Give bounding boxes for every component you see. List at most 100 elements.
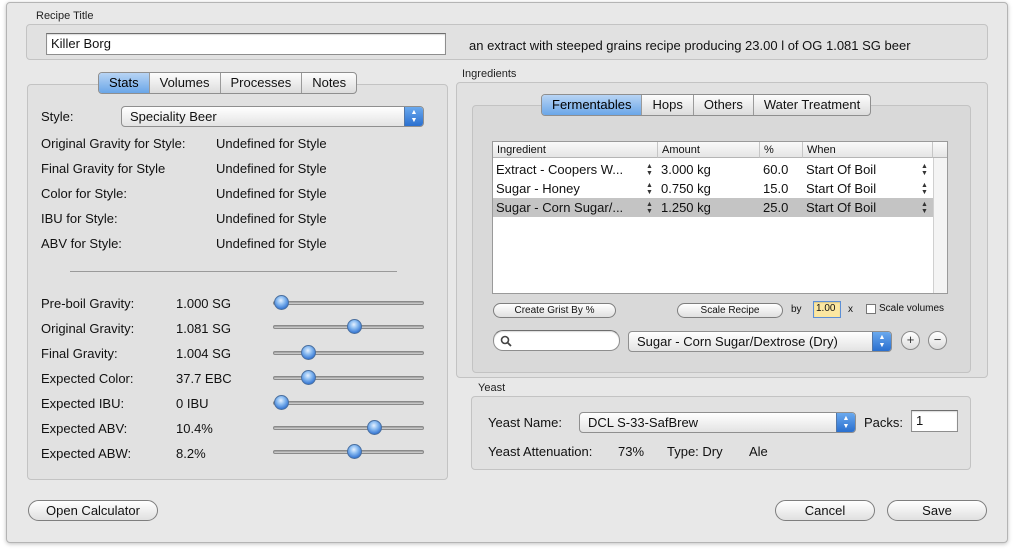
- ingredients-tab-bar: Fermentables Hops Others Water Treatment: [541, 94, 872, 116]
- slider-knob[interactable]: [274, 295, 289, 310]
- expected-abw-label: Expected ABW:: [41, 446, 132, 461]
- ingredient-search-field[interactable]: [493, 330, 620, 351]
- preboil-gravity-value: 1.000 SG: [176, 296, 231, 311]
- column-header-when[interactable]: When: [803, 142, 933, 158]
- up-down-arrows-icon: ▲ ▼: [836, 413, 855, 432]
- stepper-icon[interactable]: ▲ ▼: [921, 182, 928, 196]
- save-button[interactable]: Save: [887, 500, 987, 521]
- slider-knob[interactable]: [367, 420, 382, 435]
- expected-ibu-label: Expected IBU:: [41, 396, 125, 411]
- remove-ingredient-button[interactable]: −: [928, 331, 947, 350]
- style-popup[interactable]: Speciality Beer ▲ ▼: [121, 106, 424, 127]
- scale-recipe-button[interactable]: Scale Recipe: [677, 303, 783, 318]
- tab-others[interactable]: Others: [692, 95, 753, 115]
- cell-percent: 60.0: [763, 162, 789, 177]
- cell-percent: 25.0: [763, 200, 789, 215]
- style-og-value: Undefined for Style: [216, 136, 327, 151]
- cell-amount: 1.250 kg: [661, 200, 711, 215]
- scale-factor-field[interactable]: 1.00: [813, 301, 841, 318]
- yeast-group-label: Yeast: [478, 382, 506, 394]
- expected-ibu-value: 0 IBU: [176, 396, 209, 411]
- yeast-attenuation-label: Yeast Attenuation:: [488, 444, 593, 459]
- stepper-icon[interactable]: ▲ ▼: [921, 201, 928, 215]
- cell-ingredient: Sugar - Corn Sugar/...: [496, 200, 624, 215]
- expected-ibu-slider[interactable]: [273, 395, 424, 410]
- up-down-arrows-icon: ▲ ▼: [872, 332, 891, 351]
- scale-volumes-checkbox[interactable]: [866, 304, 876, 314]
- expected-abv-slider[interactable]: [273, 420, 424, 435]
- final-gravity-label: Final Gravity:: [41, 346, 118, 361]
- tab-fermentables[interactable]: Fermentables: [542, 95, 642, 115]
- cell-when: Start Of Boil: [806, 200, 877, 215]
- table-row[interactable]: Sugar - Honey ▲ ▼ 0.750 kg 15.0 Start Of …: [493, 179, 933, 198]
- original-gravity-value: 1.081 SG: [176, 321, 231, 336]
- slider-knob[interactable]: [301, 345, 316, 360]
- yeast-name-popup[interactable]: DCL S-33-SafBrew ▲ ▼: [579, 412, 856, 433]
- style-ibu-value: Undefined for Style: [216, 211, 327, 226]
- yeast-attenuation-value: 73%: [618, 444, 645, 459]
- slider-knob[interactable]: [347, 444, 362, 459]
- preboil-gravity-label: Pre-boil Gravity:: [41, 296, 135, 311]
- expected-color-slider[interactable]: [273, 370, 424, 385]
- tab-stats[interactable]: Stats: [99, 73, 149, 93]
- column-header-amount[interactable]: Amount: [658, 142, 760, 158]
- slider-knob[interactable]: [301, 370, 316, 385]
- cell-ingredient: Extract - Coopers W...: [496, 162, 624, 177]
- recipe-name-field[interactable]: Killer Borg: [46, 33, 446, 55]
- open-calculator-button[interactable]: Open Calculator: [28, 500, 158, 521]
- stepper-icon[interactable]: ▲ ▼: [646, 201, 653, 215]
- recipe-description: an extract with steeped grains recipe pr…: [469, 38, 911, 53]
- stats-divider: [70, 271, 397, 272]
- expected-abw-value: 8.2%: [176, 446, 206, 461]
- cancel-button[interactable]: Cancel: [775, 500, 875, 521]
- style-color-value: Undefined for Style: [216, 186, 327, 201]
- tab-water-treatment[interactable]: Water Treatment: [752, 95, 870, 115]
- packs-label: Packs:: [864, 415, 904, 430]
- stepper-icon[interactable]: ▲ ▼: [646, 182, 653, 196]
- preboil-gravity-slider[interactable]: [273, 295, 424, 310]
- left-tab-bar: Stats Volumes Processes Notes: [98, 72, 358, 94]
- cell-amount: 0.750 kg: [661, 181, 711, 196]
- add-ingredient-button[interactable]: +: [901, 331, 920, 350]
- column-header-corner: [933, 142, 947, 158]
- style-color-label: Color for Style:: [41, 186, 127, 201]
- tab-processes[interactable]: Processes: [219, 73, 302, 93]
- cell-when: Start Of Boil: [806, 181, 877, 196]
- slider-knob[interactable]: [274, 395, 289, 410]
- stepper-icon[interactable]: ▲ ▼: [921, 163, 928, 177]
- style-og-label: Original Gravity for Style:: [41, 136, 186, 151]
- fermentables-table: Ingredient Amount % When Extract - Coope…: [492, 141, 948, 294]
- yeast-group: Yeast Name: DCL S-33-SafBrew ▲ ▼ Packs: 1…: [471, 396, 971, 470]
- tab-hops[interactable]: Hops: [641, 95, 692, 115]
- yeast-name-value: DCL S-33-SafBrew: [588, 415, 699, 430]
- ingredient-popup-value: Sugar - Corn Sugar/Dextrose (Dry): [637, 334, 838, 349]
- by-label: by: [791, 304, 802, 315]
- packs-field[interactable]: 1: [911, 410, 958, 432]
- final-gravity-value: 1.004 SG: [176, 346, 231, 361]
- final-gravity-slider[interactable]: [273, 345, 424, 360]
- ingredients-group-label: Ingredients: [462, 68, 517, 80]
- expected-abw-slider[interactable]: [273, 444, 424, 459]
- style-fg-value: Undefined for Style: [216, 161, 327, 176]
- tab-volumes[interactable]: Volumes: [148, 73, 220, 93]
- column-header-percent[interactable]: %: [760, 142, 803, 158]
- tab-notes[interactable]: Notes: [301, 73, 356, 93]
- expected-abv-label: Expected ABV:: [41, 421, 128, 436]
- search-icon: [500, 335, 512, 347]
- column-header-ingredient[interactable]: Ingredient: [493, 142, 658, 158]
- scale-volumes-label: Scale volumes: [879, 303, 945, 314]
- expected-color-value: 37.7 EBC: [176, 371, 232, 386]
- slider-knob[interactable]: [347, 319, 362, 334]
- style-popup-value: Speciality Beer: [130, 109, 217, 124]
- table-scrollbar[interactable]: [933, 158, 947, 293]
- yeast-type: Type: Dry: [667, 444, 723, 459]
- stepper-icon[interactable]: ▲ ▼: [646, 163, 653, 177]
- table-row-selected[interactable]: Sugar - Corn Sugar/... ▲ ▼ 1.250 kg 25.0 …: [493, 198, 933, 217]
- original-gravity-slider[interactable]: [273, 319, 424, 334]
- cell-when: Start Of Boil: [806, 162, 877, 177]
- create-grist-button[interactable]: Create Grist By %: [493, 303, 616, 318]
- table-row[interactable]: Extract - Coopers W... ▲ ▼ 3.000 kg 60.0 …: [493, 160, 933, 179]
- ingredient-popup[interactable]: Sugar - Corn Sugar/Dextrose (Dry) ▲ ▼: [628, 331, 892, 352]
- cell-percent: 15.0: [763, 181, 789, 196]
- cell-ingredient: Sugar - Honey: [496, 181, 580, 196]
